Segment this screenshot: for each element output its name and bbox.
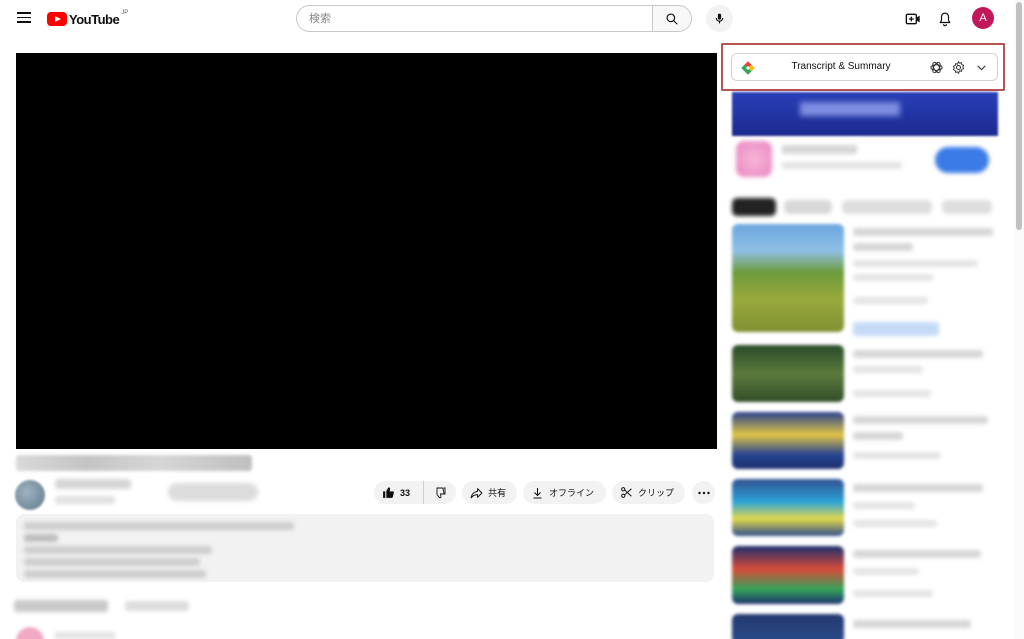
microphone-icon	[715, 13, 724, 24]
recommended-title-blurred	[853, 432, 903, 440]
recommended-thumbnail[interactable]	[732, 546, 844, 604]
subscriber-count-blurred	[55, 496, 115, 504]
sidebar-ad-title-blurred	[782, 145, 857, 154]
recommended-meta-blurred	[853, 260, 978, 267]
like-button[interactable]: 33	[374, 481, 424, 504]
transcript-summary-panel[interactable]: Transcript & Summary	[731, 53, 998, 81]
extension-title: Transcript & Summary	[791, 61, 891, 72]
youtube-watch-page: YouTube JP A 33	[0, 0, 1024, 639]
top-bar: YouTube JP A	[0, 0, 1024, 38]
gear-icon[interactable]	[951, 60, 966, 75]
recommended-meta-blurred	[853, 366, 923, 373]
account-avatar[interactable]: A	[972, 7, 994, 29]
share-button[interactable]: 共有	[462, 481, 517, 504]
filter-chip-blurred[interactable]	[842, 200, 932, 214]
recommended-meta-blurred	[853, 568, 919, 575]
logo-text: YouTube	[69, 11, 120, 27]
channel-name-blurred[interactable]	[55, 479, 131, 489]
search-input[interactable]	[296, 5, 653, 32]
youtube-logo[interactable]: YouTube JP	[47, 9, 128, 29]
recommended-title-blurred	[853, 228, 993, 236]
sort-comments-blurred[interactable]	[125, 601, 189, 611]
dislike-button[interactable]	[424, 481, 456, 504]
sidebar-ad-cta-blurred[interactable]	[935, 147, 989, 173]
recommended-meta-blurred	[853, 520, 937, 527]
share-label: 共有	[488, 488, 507, 498]
clip-button[interactable]: クリップ	[612, 481, 685, 504]
thumbs-up-icon	[383, 487, 394, 498]
offline-download-button[interactable]: オフライン	[523, 481, 606, 504]
video-title-blurred	[16, 455, 252, 471]
recommended-title-blurred	[853, 550, 981, 558]
hamburger-icon[interactable]	[14, 9, 34, 27]
offline-label: オフライン	[549, 488, 595, 498]
search-icon	[666, 12, 678, 25]
subscribe-button-blurred[interactable]	[168, 483, 258, 501]
recommended-meta-blurred	[853, 390, 931, 397]
chevron-down-icon[interactable]	[975, 61, 988, 74]
more-horizontal-icon	[697, 491, 710, 494]
share-arrow-icon	[470, 487, 483, 498]
recommended-title-blurred	[853, 350, 983, 358]
recommended-meta-blurred	[853, 590, 933, 597]
filter-chip-blurred[interactable]	[784, 200, 832, 214]
recommended-title-blurred	[853, 416, 988, 424]
more-actions-button[interactable]	[692, 481, 715, 504]
comment-text-blurred	[55, 632, 115, 639]
filter-chip-blurred[interactable]	[942, 200, 992, 214]
recommended-thumbnail[interactable]	[732, 412, 844, 469]
search-bar	[296, 5, 692, 32]
thumbs-down-icon	[436, 487, 446, 498]
recommended-meta-blurred	[853, 297, 928, 304]
voice-search-button[interactable]	[706, 5, 733, 32]
commenter-avatar	[16, 627, 44, 639]
clip-label: クリップ	[638, 488, 675, 498]
recommended-meta-blurred	[853, 452, 941, 459]
notifications-button[interactable]	[934, 8, 956, 30]
download-icon	[533, 487, 542, 498]
like-dislike-group: 33	[374, 481, 456, 504]
search-button[interactable]	[652, 5, 692, 32]
like-count: 33	[400, 487, 411, 498]
recommended-thumbnail[interactable]	[732, 614, 844, 639]
description-box[interactable]	[16, 514, 714, 582]
sidebar-ad-subtitle-blurred	[782, 162, 902, 169]
recommended-thumbnail[interactable]	[732, 224, 844, 332]
filter-chip-all-blurred[interactable]	[732, 198, 776, 216]
recommended-thumbnail[interactable]	[732, 345, 844, 402]
create-video-icon	[905, 13, 920, 25]
recommended-title-blurred	[853, 620, 971, 628]
scrollbar-thumb[interactable]	[1016, 2, 1022, 230]
channel-avatar[interactable]	[15, 480, 45, 510]
logo-region: JP	[121, 10, 129, 16]
recommended-meta-blurred	[853, 274, 933, 281]
recommended-badge-blurred	[853, 322, 939, 336]
recommended-meta-blurred	[853, 502, 915, 509]
sidebar-ad-text-blurred	[800, 102, 900, 116]
video-player[interactable]	[16, 53, 717, 449]
sidebar-ad-app-icon	[736, 141, 772, 177]
extension-logo-icon	[741, 61, 755, 75]
scissors-icon	[621, 487, 632, 498]
create-button[interactable]	[902, 8, 924, 30]
comments-header-blurred	[14, 600, 108, 612]
recommended-thumbnail[interactable]	[732, 479, 844, 536]
chatgpt-icon[interactable]	[929, 60, 944, 75]
bell-icon	[939, 12, 951, 27]
recommended-title-blurred	[853, 243, 913, 251]
youtube-play-icon	[47, 12, 67, 26]
recommended-title-blurred	[853, 484, 983, 492]
